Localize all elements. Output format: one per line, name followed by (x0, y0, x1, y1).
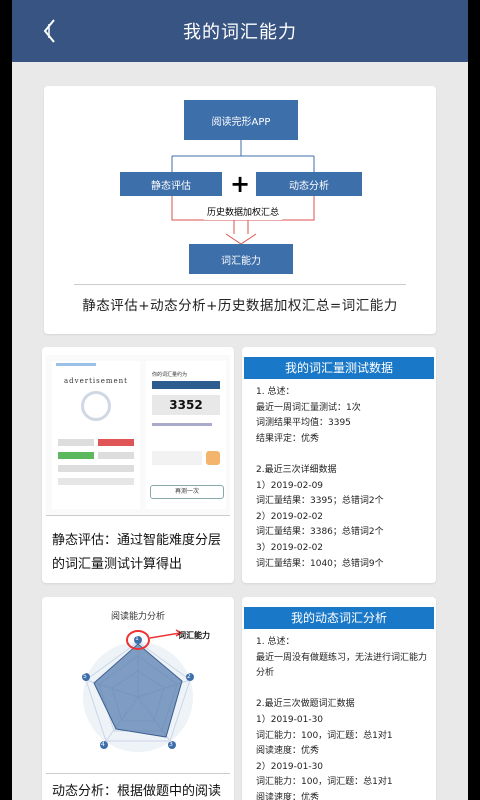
frame-left (0, 0, 12, 800)
diagram-card: 阅读完形APP 静态评估 + 动态分析 历史数据加权汇总 词汇能力 静态评估+动… (44, 86, 436, 334)
weighted-summary-label: 历史数据加权汇总 (204, 207, 282, 220)
mock-advert-text: advertisement (64, 377, 128, 385)
panel-body: 1. 总述： 最近一周没有做题练习，无法进行词汇能力 分析 2.最近三次做题词汇… (242, 629, 436, 800)
caption-line: 的词汇量测试计算得出 (52, 557, 183, 572)
dynamic-analysis-box: 动态分析 (256, 172, 362, 196)
vocab-test-panel: 我的词汇量测试数据 1. 总述： 最近一周词汇量测试：1次 词测结果平均值：33… (242, 347, 436, 583)
frame-right (468, 0, 480, 800)
formula-text: 静态评估+动态分析+历史数据加权汇总=词汇能力 (82, 298, 398, 314)
mock-line (152, 423, 212, 426)
panel-line: 词汇能力：100，词汇题：总1对1 (256, 777, 393, 788)
radar-num: 4 (101, 741, 105, 748)
mock-retest-button: 再测一次 (150, 485, 224, 499)
mock-score: 3352 (152, 395, 220, 415)
panel-line: 词汇能力：100，词汇题：总1对1 (256, 730, 393, 741)
mock-mascot-icon (206, 451, 220, 465)
vocab-ability-box: 词汇能力 (189, 244, 293, 274)
divider (74, 284, 406, 285)
back-arrow-icon[interactable] (40, 16, 64, 46)
radar-chart (82, 629, 194, 752)
static-eval-card: advertisement 你的词汇量约为 3352 再测一次 静态评估：通过智… (42, 347, 234, 583)
app-header: 我的词汇能力 (12, 0, 468, 62)
app-screenshot-mock: advertisement 你的词汇量约为 3352 再测一次 (46, 355, 230, 516)
panel-line: 阅读速度：优秀 (256, 792, 320, 800)
radar-highlight-label: 词汇能力 (178, 631, 210, 640)
panel-line: 结果评定：优秀 (256, 433, 320, 444)
static-eval-box: 静态评估 (120, 172, 222, 196)
panel-line: 阅读速度：优秀 (256, 746, 320, 757)
panel-line: 词测结果平均值：3395 (256, 418, 351, 429)
panel-line: 分析 (256, 668, 275, 679)
panel-line: 2）2019-02-02 (256, 511, 324, 522)
dynamic-vocab-panel: 我的动态词汇分析 1. 总述： 最近一周没有做题练习，无法进行词汇能力 分析 2… (242, 597, 436, 800)
panel-line: 1. 总述： (256, 637, 295, 647)
mock-option (98, 439, 134, 446)
mock-option (58, 452, 94, 459)
dynamic-analysis-card: 阅读能力分析 词汇能力 1 2 3 4 5 动态分析：根据做题中的阅读 (42, 597, 234, 800)
plus-sign: + (230, 170, 251, 198)
panel-line: 词汇量结果：3386；总错词2个 (256, 527, 384, 538)
panel-line: 1）2019-01-30 (256, 714, 324, 725)
panel-line: 最近一周没有做题练习，无法进行词汇能力 (256, 652, 428, 663)
mock-option (98, 452, 134, 459)
panel-line: 最近一周词汇量测试：1次 (256, 402, 361, 413)
mock-option (58, 478, 134, 485)
caption-line: 动态分析：根据做题中的阅读 (52, 784, 222, 799)
dynamic-caption: 动态分析：根据做题中的阅读 (52, 780, 228, 800)
mock-option (58, 465, 134, 472)
mock-vocab-title: 你的词汇量约为 (152, 372, 188, 378)
panel-body: 1. 总述： 最近一周词汇量测试：1次 词测结果平均值：3395 结果评定：优秀… (242, 379, 436, 578)
panel-line: 2.最近三次详细数据 (256, 464, 337, 475)
divider (46, 773, 230, 774)
caption-line: 静态评估：通过智能难度分层 (52, 533, 222, 548)
panel-spacer (256, 447, 422, 463)
mock-text-block (152, 451, 202, 465)
radar-num: 1 (135, 635, 139, 642)
static-eval-caption: 静态评估：通过智能难度分层 的词汇量测试计算得出 (52, 529, 228, 577)
panel-line: 词汇量结果：1040；总错词9个 (256, 558, 384, 569)
panel-title: 我的动态词汇分析 (244, 607, 434, 629)
mock-timer-ring (81, 391, 111, 421)
panel-line: 词汇量结果：3395；总错词2个 (256, 496, 384, 507)
radar-num: 5 (83, 673, 87, 680)
panel-line: 2）2019-01-30 (256, 761, 324, 772)
panel-spacer (256, 682, 422, 698)
panel-title: 我的词汇量测试数据 (244, 357, 434, 379)
mock-bar (152, 381, 220, 389)
content-area: 阅读完形APP 静态评估 + 动态分析 历史数据加权汇总 词汇能力 静态评估+动… (12, 62, 468, 800)
panel-line: 1）2019-02-09 (256, 480, 324, 491)
mock-progress-bar (56, 363, 96, 366)
mock-phone-right: 你的词汇量约为 3352 再测一次 (146, 361, 226, 509)
panel-line: 2.最近三次做题词汇数据 (256, 699, 355, 710)
mock-option (58, 439, 94, 446)
radar-num: 2 (187, 673, 191, 680)
page-title: 我的词汇能力 (183, 22, 297, 43)
panel-line: 1. 总述： (256, 387, 295, 397)
radar-num: 3 (169, 741, 173, 748)
mock-phone-left: advertisement (52, 361, 140, 509)
panel-line: 3）2019-02-02 (256, 542, 324, 553)
